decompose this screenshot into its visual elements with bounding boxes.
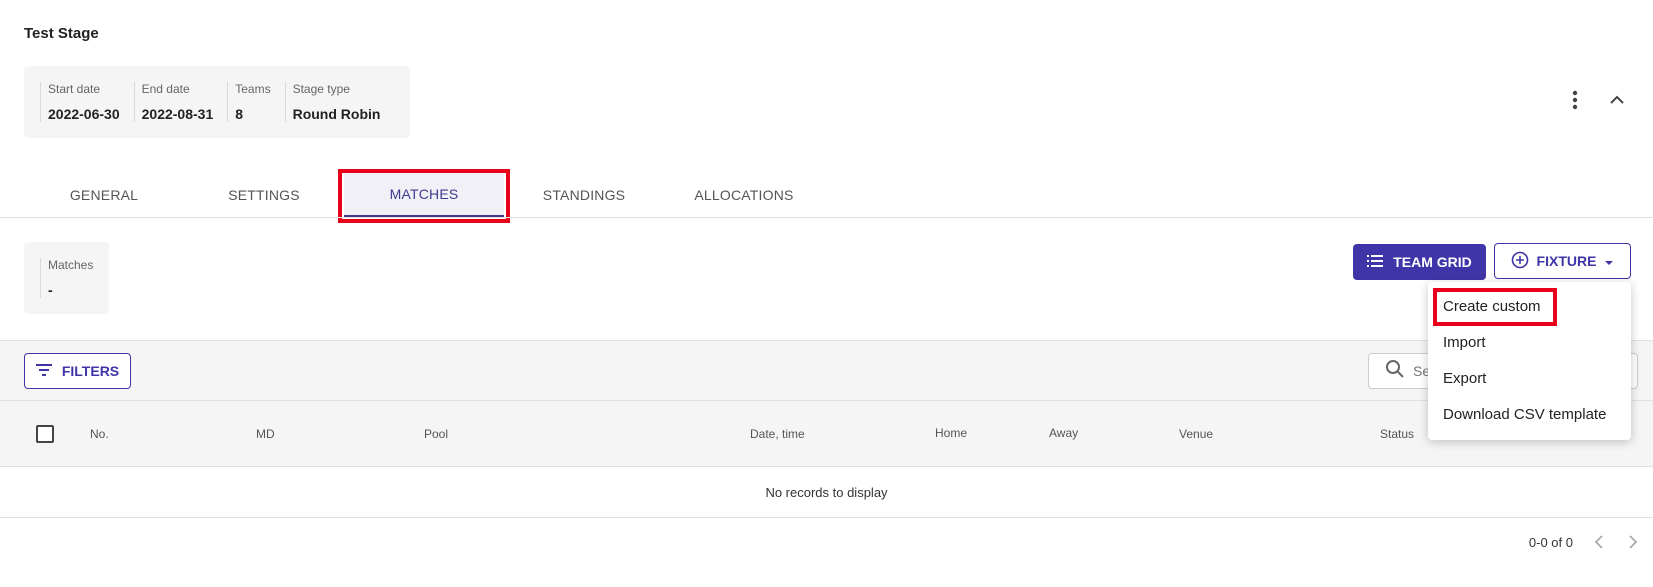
caret-down-icon — [1604, 253, 1614, 269]
chevron-left-icon[interactable] — [1591, 534, 1607, 550]
column-header-no[interactable]: No. — [90, 427, 109, 441]
column-header-pool[interactable]: Pool — [424, 427, 448, 441]
matches-summary-cell: Matches - — [40, 258, 93, 298]
teams-value: 8 — [235, 106, 244, 122]
column-header-md[interactable]: MD — [256, 427, 275, 441]
column-header-date-time[interactable]: Date, time — [750, 427, 805, 441]
more-vert-icon[interactable] — [1565, 90, 1585, 110]
start-date-cell: Start date 2022-06-30 — [40, 82, 134, 122]
team-grid-label: TEAM GRID — [1393, 254, 1472, 270]
list-icon — [1367, 254, 1384, 271]
tab-general[interactable]: GENERAL — [24, 172, 184, 218]
end-date-cell: End date 2022-08-31 — [133, 82, 228, 122]
column-header-away[interactable]: Away — [1049, 426, 1078, 440]
fixture-dropdown-menu: Create custom Import Export Download CSV… — [1428, 282, 1631, 440]
stage-type-label: Stage type — [292, 82, 350, 96]
filters-button[interactable]: FILTERS — [24, 353, 131, 389]
end-date-label: End date — [141, 82, 190, 96]
matches-summary-card: Matches - — [24, 242, 109, 314]
team-grid-button[interactable]: TEAM GRID — [1353, 244, 1486, 280]
stage-title: Test Stage — [24, 25, 99, 42]
tab-allocations[interactable]: ALLOCATIONS — [664, 172, 824, 218]
chevron-up-icon[interactable] — [1607, 90, 1627, 110]
menu-item-download-csv-template[interactable]: Download CSV template — [1428, 396, 1631, 432]
tab-standings[interactable]: STANDINGS — [504, 172, 664, 218]
stage-type-cell: Stage type Round Robin — [284, 82, 395, 122]
filter-icon — [35, 363, 52, 379]
stage-type-value: Round Robin — [292, 106, 381, 122]
column-header-status[interactable]: Status — [1380, 427, 1414, 441]
pagination-range: 0-0 of 0 — [1528, 534, 1573, 550]
menu-item-import[interactable]: Import — [1428, 324, 1631, 360]
column-header-home[interactable]: Home — [935, 426, 967, 440]
tab-matches[interactable]: MATCHES — [344, 172, 504, 218]
select-all-checkbox[interactable] — [36, 425, 54, 443]
stage-tabs: GENERAL SETTINGS MATCHES STANDINGS ALLOC… — [24, 172, 824, 218]
menu-item-create-custom[interactable]: Create custom — [1428, 288, 1631, 324]
stage-info-card: Start date 2022-06-30 End date 2022-08-3… — [24, 66, 411, 138]
end-date-value: 2022-08-31 — [141, 106, 214, 122]
empty-state-row: No records to display — [0, 467, 1653, 518]
chevron-right-icon[interactable] — [1625, 534, 1641, 550]
teams-cell: Teams 8 — [227, 82, 284, 122]
teams-label: Teams — [235, 82, 271, 96]
pagination: 0-0 of 0 — [1529, 534, 1641, 550]
matches-summary-value: - — [48, 282, 53, 298]
matches-summary-label: Matches — [48, 258, 94, 272]
start-date-value: 2022-06-30 — [48, 106, 120, 122]
fixture-label: FIXTURE — [1536, 253, 1597, 269]
column-header-venue[interactable]: Venue — [1179, 427, 1213, 441]
search-icon — [1385, 359, 1405, 384]
menu-item-export[interactable]: Export — [1428, 360, 1631, 396]
tab-settings[interactable]: SETTINGS — [184, 172, 344, 218]
add-circle-icon — [1511, 251, 1529, 272]
tabs-divider — [0, 217, 1653, 218]
filters-label: FILTERS — [61, 363, 120, 379]
start-date-label: Start date — [48, 82, 101, 96]
fixture-button[interactable]: FIXTURE — [1494, 243, 1631, 279]
stage-header-actions — [1565, 90, 1627, 110]
